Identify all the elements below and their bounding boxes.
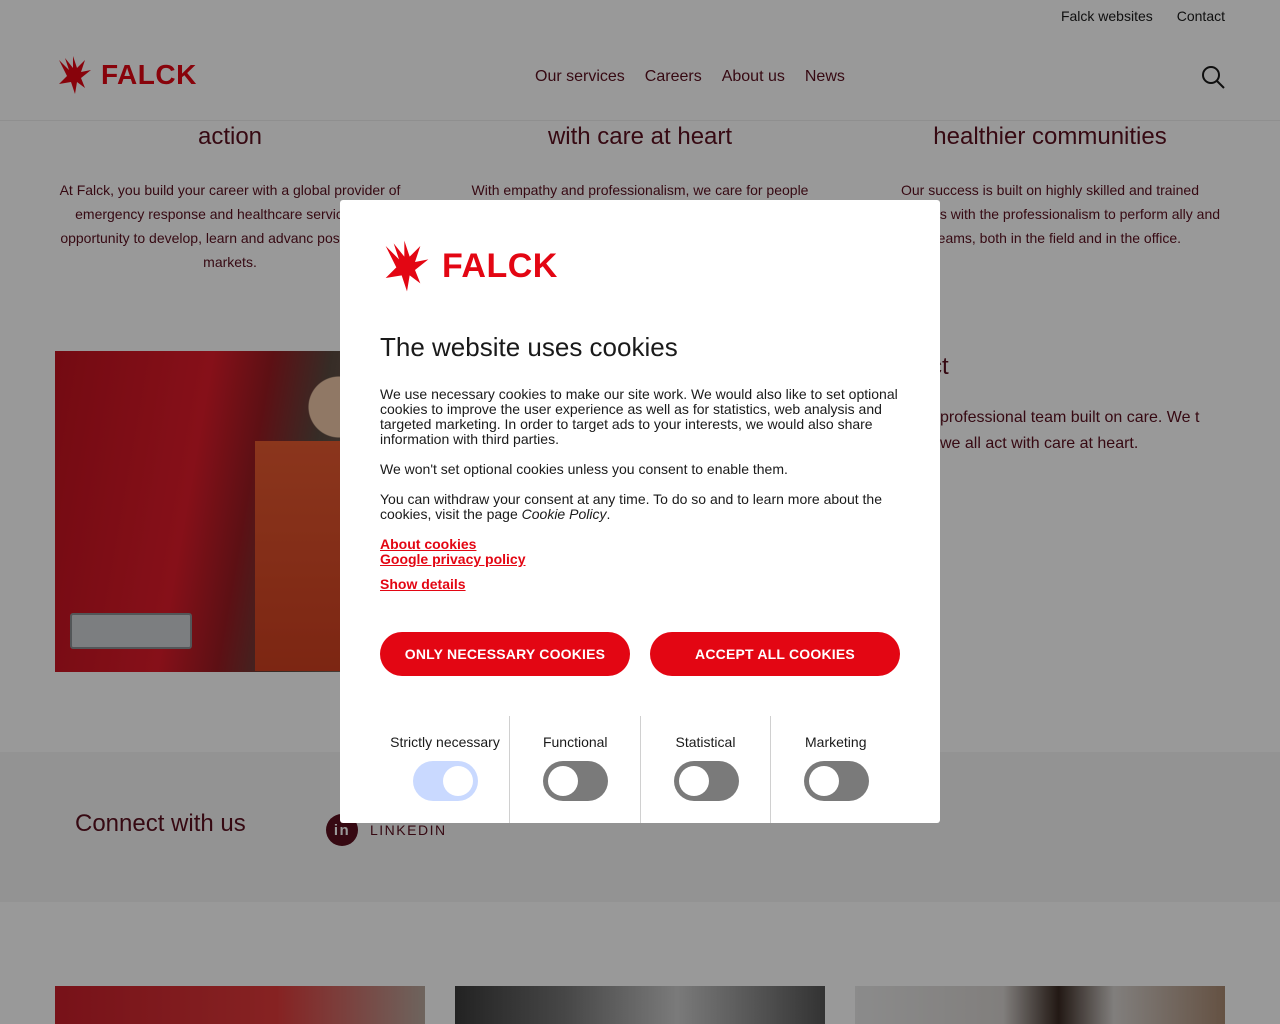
marketing-switch[interactable] — [803, 761, 869, 801]
toggle-statistical: Statistical — [639, 716, 770, 823]
cookie-withdraw-paragraph: You can withdraw your consent at any tim… — [380, 492, 900, 522]
functional-switch[interactable] — [543, 761, 609, 801]
cookie-links: About cookies Google privacy policy Show… — [380, 537, 526, 592]
withdraw-text: You can withdraw your consent at any tim… — [380, 491, 882, 522]
cookie-category-toggles: Strictly necessary Functional Statistica… — [380, 716, 900, 823]
cookie-dialog-title: The website uses cookies — [380, 332, 678, 362]
toggle-label: Marketing — [805, 734, 867, 750]
cookie-description: We use necessary cookies to make our sit… — [380, 387, 900, 537]
withdraw-suffix: . — [606, 506, 611, 522]
toggle-strictly-necessary: Strictly necessary — [380, 716, 509, 823]
toggle-label: Strictly necessary — [390, 734, 500, 750]
switch-knob — [678, 766, 709, 796]
strictly-necessary-switch — [413, 761, 478, 801]
toggle-functional: Functional — [509, 716, 639, 823]
show-details-link[interactable]: Show details — [380, 577, 526, 592]
switch-knob — [548, 766, 579, 796]
modal-falck-logo: FALCK — [380, 238, 558, 294]
about-cookies-link[interactable]: About cookies — [380, 537, 526, 552]
toggle-marketing: Marketing — [769, 716, 900, 823]
toggle-label: Functional — [542, 734, 608, 750]
cookie-paragraph: We use necessary cookies to make our sit… — [380, 386, 898, 447]
accept-all-button[interactable]: ACCEPT ALL COOKIES — [650, 632, 900, 676]
google-privacy-link[interactable]: Google privacy policy — [380, 552, 526, 567]
switch-knob — [443, 766, 473, 796]
cookie-paragraph: We won't set optional cookies unless you… — [380, 461, 788, 477]
eagle-logo-icon — [385, 240, 429, 292]
statistical-switch[interactable] — [673, 761, 739, 801]
modal-logo-wordmark: FALCK — [442, 246, 558, 285]
switch-knob — [808, 766, 839, 796]
toggle-label: Statistical — [675, 734, 736, 750]
only-necessary-button[interactable]: ONLY NECESSARY COOKIES — [380, 632, 630, 676]
cookie-policy-reference: Cookie Policy — [521, 506, 607, 522]
cookie-consent-dialog: FALCK The website uses cookies We use ne… — [340, 200, 940, 823]
